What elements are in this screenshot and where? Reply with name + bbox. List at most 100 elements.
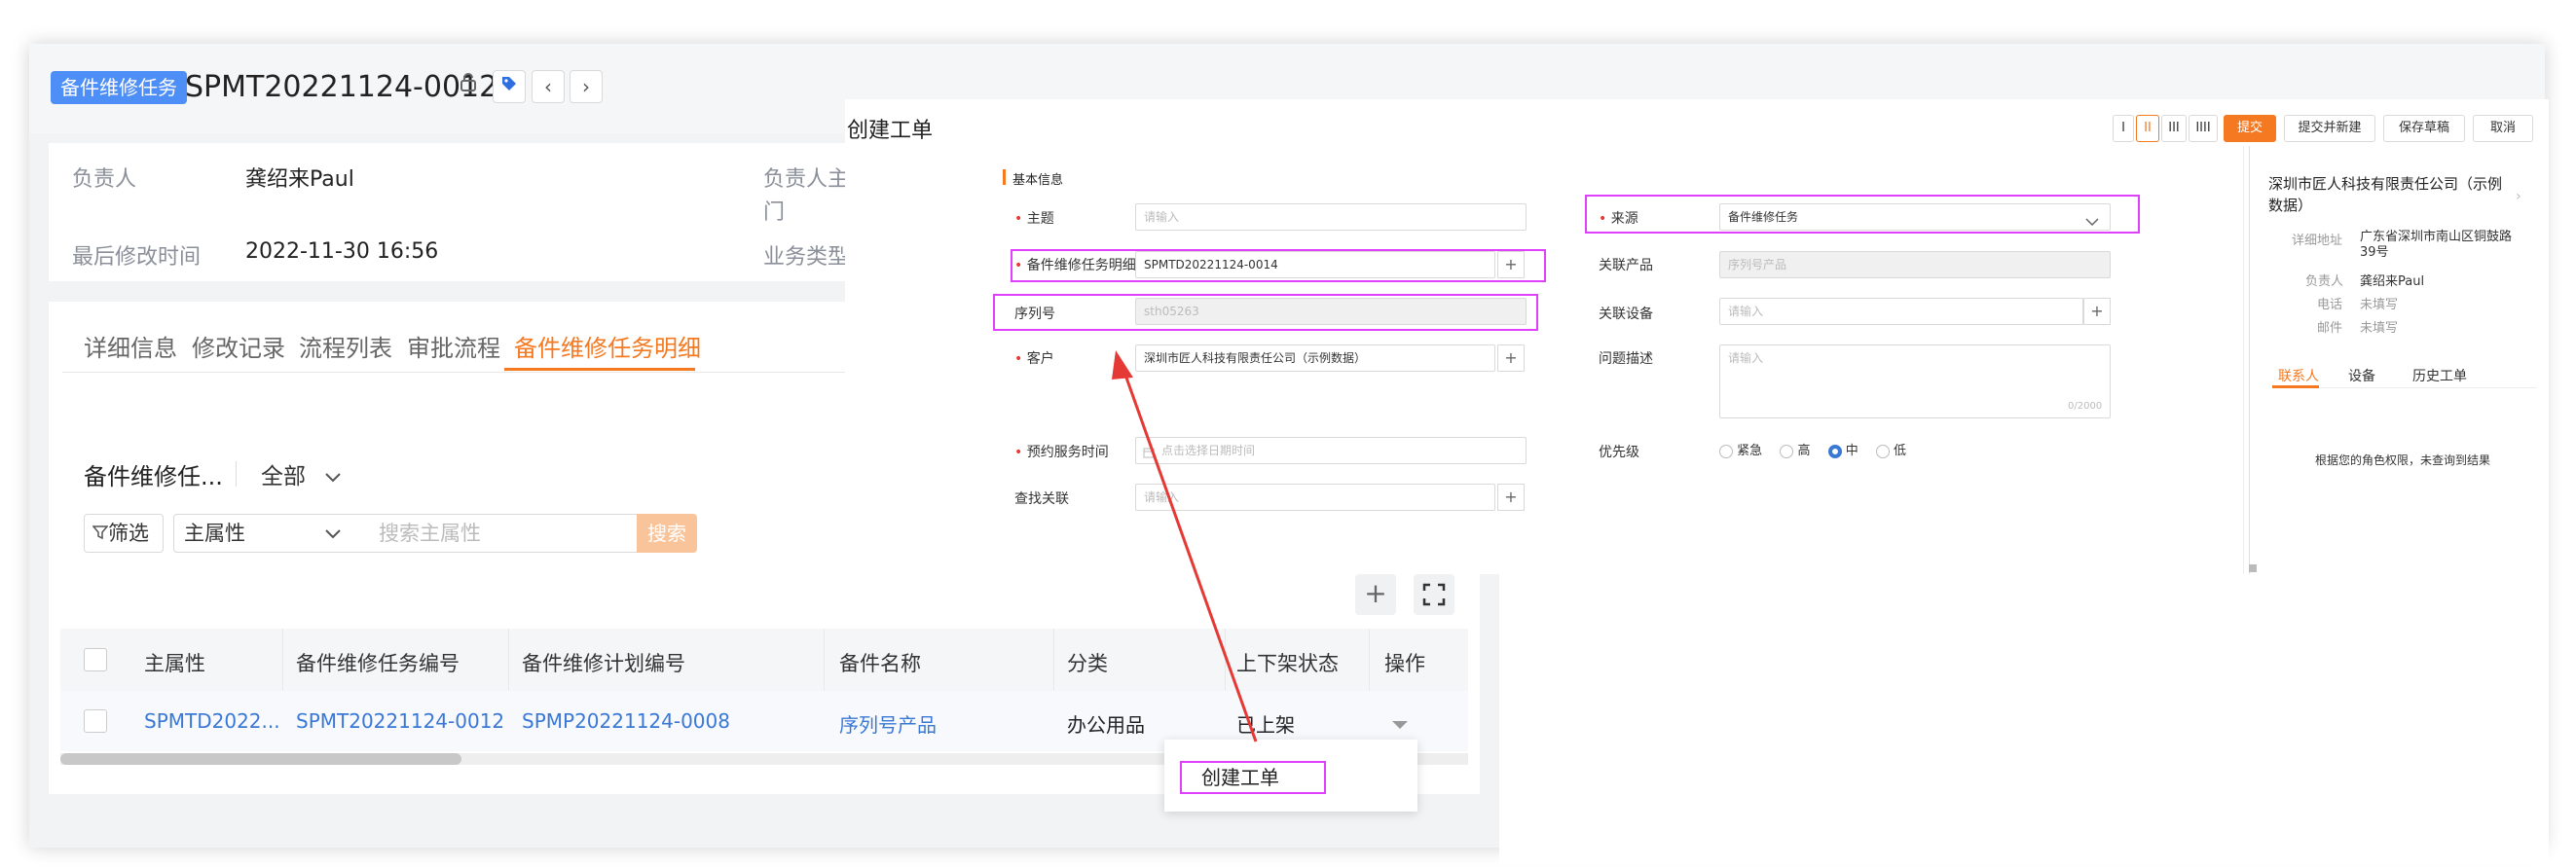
side-email-label: 邮件 [2317,321,2343,336]
side-phone-label: 电话 [2317,298,2343,312]
device-add-icon[interactable]: + [2083,298,2111,325]
source-select[interactable]: 备件维修任务 [1719,203,2111,231]
submit-button[interactable]: 提交 [2224,115,2276,142]
chevron-right-icon: › [2516,189,2521,204]
related-label: 查找关联 [1014,491,1069,507]
priority-high[interactable]: 高 [1780,444,1810,458]
row-checkbox[interactable] [84,709,107,733]
owner-value: 龚绍来Paul [245,167,354,192]
fullscreen-icon [1414,583,1454,619]
side-empty-text: 根据您的角色权限，未查询到结果 [2315,453,2491,467]
related-add-icon[interactable]: + [1497,484,1525,511]
serial-input: sth05263 [1135,298,1527,325]
problem-label: 问题描述 [1599,351,1653,367]
field-select-value: 主属性 [184,522,245,545]
lock-icon[interactable] [452,70,485,103]
annotation-arrow [1112,350,1258,742]
col-header-part-name[interactable]: 备件名称 [839,648,921,677]
tab-change-log[interactable]: 修改记录 [192,329,285,363]
search-button[interactable]: 搜索 [637,514,697,553]
cell-main[interactable]: SPMTD2022... [144,709,280,733]
field-select[interactable]: 主属性 [173,514,354,553]
priority-low[interactable]: 低 [1875,444,1906,458]
subject-input[interactable]: 请输入 [1135,203,1527,231]
create-order-modal [845,99,2549,574]
chevron-down-icon [324,515,342,552]
cancel-button[interactable]: 取消 [2473,115,2533,142]
chevron-down-icon [2085,212,2099,231]
customer-label: • 客户 [1014,351,1054,367]
select-all-checkbox[interactable] [84,648,107,671]
col-header-main[interactable]: 主属性 [144,648,205,677]
row-actions-caret-icon[interactable] [1390,716,1410,735]
side-divider [2243,146,2244,574]
side-tab-contacts[interactable]: 联系人 [2278,366,2319,385]
detail-add-icon[interactable]: + [1497,251,1525,278]
owner-label: 负责人 [72,167,137,192]
search-input[interactable]: 搜索主属性 [353,514,638,553]
record-type-tag: 备件维修任务 [51,71,187,104]
side-company-name[interactable]: 深圳市匠人科技有限责任公司（示例数据） [2268,173,2510,216]
side-address-value: 广东省深圳市南山区铜鼓路39号 [2360,230,2513,260]
side-tab-history[interactable]: 历史工单 [2412,366,2467,385]
scrollbar-thumb[interactable] [60,753,461,765]
view-mode-1[interactable]: I [2113,115,2134,142]
biz-type-label: 业务类型 [763,245,850,270]
fullscreen-button[interactable] [1414,574,1454,615]
owner-dept-label-2: 门 [763,200,786,225]
save-draft-button[interactable]: 保存草稿 [2383,115,2465,142]
side-owner-label: 负责人 [2305,274,2344,289]
priority-medium[interactable]: 中 [1827,444,1858,458]
tab-divider [62,372,847,373]
col-header-category[interactable]: 分类 [1067,648,1108,677]
source-label: • 来源 [1599,211,1638,227]
modified-value: 2022-11-30 16:56 [245,239,439,264]
view-mode-2[interactable]: II [2136,115,2159,142]
device-input[interactable]: 请输入 [1719,298,2083,325]
col-header-plan-no[interactable]: 备件维修计划编号 [522,648,685,677]
cell-plan-no[interactable]: SPMP20221124-0008 [522,709,730,733]
priority-urgent[interactable]: 紧急 [1719,444,1762,458]
submit-new-button[interactable]: 提交并新建 [2284,115,2375,142]
add-row-button[interactable]: + [1355,574,1396,615]
appointment-label: • 预约服务时间 [1014,445,1109,460]
divider [236,461,237,487]
view-mode-4[interactable]: IIII [2189,115,2218,142]
tab-detail-info[interactable]: 详细信息 [84,329,177,363]
filter-label: 筛选 [108,522,149,545]
prev-record-button[interactable]: ‹ [532,70,565,103]
side-tab-devices[interactable]: 设备 [2348,366,2375,385]
priority-radio-group: 紧急 高 中 低 [1719,440,1906,458]
tab-approval-flow[interactable]: 审批流程 [407,329,500,363]
tab-process-list[interactable]: 流程列表 [299,329,392,363]
problem-textarea[interactable]: 请输入 [1719,344,2111,418]
resize-handle[interactable] [2249,564,2257,572]
filter-icon [92,522,109,545]
side-phone-value: 未填写 [2360,298,2399,312]
view-mode-3[interactable]: III [2161,115,2187,142]
radio-icon [1719,444,1733,458]
customer-add-icon[interactable]: + [1497,344,1525,372]
plus-icon: + [1364,577,1387,609]
modal-title: 创建工单 [847,119,934,143]
scope-select[interactable]: 全部 [261,457,342,490]
modified-label: 最后修改时间 [72,245,202,270]
tab-repair-detail[interactable]: 备件维修任务明细 [514,329,701,363]
problem-counter: 0/2000 [2068,401,2103,412]
product-label: 关联产品 [1599,258,1653,273]
create-order-menu-item[interactable]: 创建工单 [1180,761,1326,794]
product-input: 序列号产品 [1719,251,2111,278]
radio-selected-icon [1827,444,1842,458]
subject-label: • 主题 [1014,211,1054,227]
cell-task-no[interactable]: SPMT20221124-0012 [296,709,504,733]
section-marker [1003,169,1006,185]
radio-icon [1780,444,1794,458]
tag-icon[interactable] [493,70,526,103]
cell-part-name[interactable]: 序列号产品 [839,709,937,738]
col-header-task-no[interactable]: 备件维修任务编号 [296,648,460,677]
detail-label: • 备件维修任务明细 [1014,258,1136,273]
detail-input[interactable]: SPMTD20221124-0014 [1135,251,1495,278]
side-email-value: 未填写 [2360,321,2399,336]
filter-button[interactable]: 筛选 [84,514,164,553]
next-record-button[interactable]: › [570,70,603,103]
